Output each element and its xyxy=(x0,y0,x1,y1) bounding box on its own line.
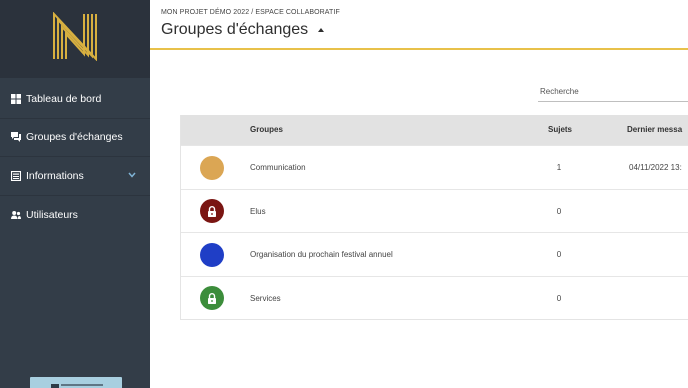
group-name: Communication xyxy=(250,163,306,172)
sidebar-item-label: Informations xyxy=(26,169,84,182)
group-name: Elus xyxy=(250,206,266,216)
table-row[interactable]: Elus 0 xyxy=(181,188,688,232)
sidebar-item-label: Groupes d'échanges xyxy=(26,131,123,144)
sidebar: Tableau de bord Groupes d'échanges Infor… xyxy=(0,0,150,388)
lock-icon xyxy=(208,205,216,217)
sidebar-item-utilisateurs[interactable]: Utilisateurs xyxy=(0,196,150,235)
table-row[interactable]: Services 0 xyxy=(181,275,688,319)
page-title: Groupes d'échanges xyxy=(161,21,309,38)
groups-table: Groupes Sujets Dernier messa Communicati… xyxy=(180,115,688,320)
group-color-dot xyxy=(200,199,224,223)
dashboard-icon xyxy=(11,93,21,104)
column-header-sujets[interactable]: Sujets xyxy=(548,125,572,134)
search-input[interactable] xyxy=(538,82,688,102)
caret-up-icon xyxy=(318,28,325,32)
column-header-groupes[interactable]: Groupes xyxy=(250,125,283,134)
group-name: Organisation du prochain festival annuel xyxy=(250,250,393,259)
sidebar-item-tableau-de-bord[interactable]: Tableau de bord xyxy=(0,80,150,119)
table-header: Groupes Sujets Dernier messa xyxy=(181,115,688,145)
logo-area xyxy=(0,0,150,78)
lock-icon xyxy=(208,292,216,304)
page-title-dropdown[interactable]: Groupes d'échanges xyxy=(161,21,325,39)
group-color-dot xyxy=(200,242,224,267)
sidebar-item-label: Tableau de bord xyxy=(26,92,102,105)
footer-button-label xyxy=(61,384,103,386)
sidebar-item-label: Utilisateurs xyxy=(26,208,78,221)
logo[interactable] xyxy=(52,12,98,61)
sidebar-nav: Tableau de bord Groupes d'échanges Infor… xyxy=(0,80,150,234)
sidebar-item-informations[interactable]: Informations xyxy=(0,157,150,196)
users-icon xyxy=(11,210,21,219)
column-header-dernier-message[interactable]: Dernier messa xyxy=(627,125,682,134)
breadcrumb[interactable]: MON PROJET DÉMO 2022 / ESPACE COLLABORAT… xyxy=(161,9,340,16)
group-name: Services xyxy=(250,293,281,303)
table-row[interactable]: Communication 1 04/11/2022 13: xyxy=(181,145,688,189)
chevron-down-icon[interactable] xyxy=(128,172,136,178)
group-color-dot xyxy=(200,286,224,310)
footer-button-icon xyxy=(51,384,59,388)
group-color-dot xyxy=(200,155,224,180)
sidebar-footer-button[interactable] xyxy=(30,377,122,388)
last-message-date: 04/11/2022 13: xyxy=(629,163,682,172)
chat-icon xyxy=(11,132,21,143)
sidebar-item-groupes-d-echanges[interactable]: Groupes d'échanges xyxy=(0,119,150,157)
page-header: MON PROJET DÉMO 2022 / ESPACE COLLABORAT… xyxy=(150,0,688,50)
newspaper-icon xyxy=(11,170,21,181)
table-row[interactable]: Organisation du prochain festival annuel… xyxy=(181,232,688,276)
